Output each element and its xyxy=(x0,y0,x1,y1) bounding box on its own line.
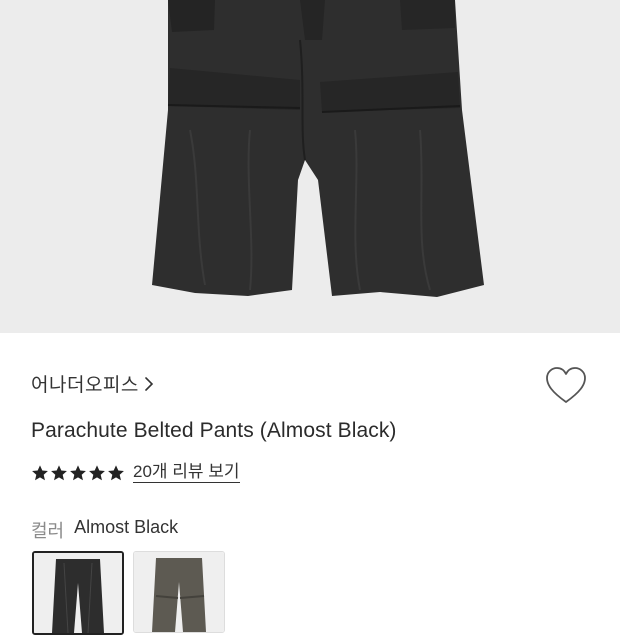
swatch-image-olive xyxy=(134,552,224,632)
heart-outline-icon[interactable] xyxy=(544,366,588,406)
color-row: 컬러 Almost Black xyxy=(31,517,178,543)
color-swatch-olive[interactable] xyxy=(133,551,225,633)
swatch-image-black xyxy=(34,553,122,633)
star-icon xyxy=(32,464,48,480)
chevron-right-icon xyxy=(145,376,154,391)
rating-row: 20개 리뷰 보기 xyxy=(31,462,240,483)
star-icon xyxy=(51,464,67,480)
color-swatch-almost-black[interactable] xyxy=(32,551,124,635)
brand-link[interactable]: 어나더오피스 xyxy=(31,370,155,397)
product-title: Parachute Belted Pants (Almost Black) xyxy=(31,419,397,442)
color-label: 컬러 xyxy=(31,521,65,541)
product-image xyxy=(0,0,620,333)
reviews-link[interactable]: 20개 리뷰 보기 xyxy=(133,462,240,483)
star-icon xyxy=(89,464,105,480)
star-icon xyxy=(70,464,86,480)
rating-stars xyxy=(31,464,125,482)
pants-illustration xyxy=(0,0,620,333)
color-value: Almost Black xyxy=(74,517,179,537)
star-icon xyxy=(108,464,124,480)
brand-name: 어나더오피스 xyxy=(31,375,139,396)
